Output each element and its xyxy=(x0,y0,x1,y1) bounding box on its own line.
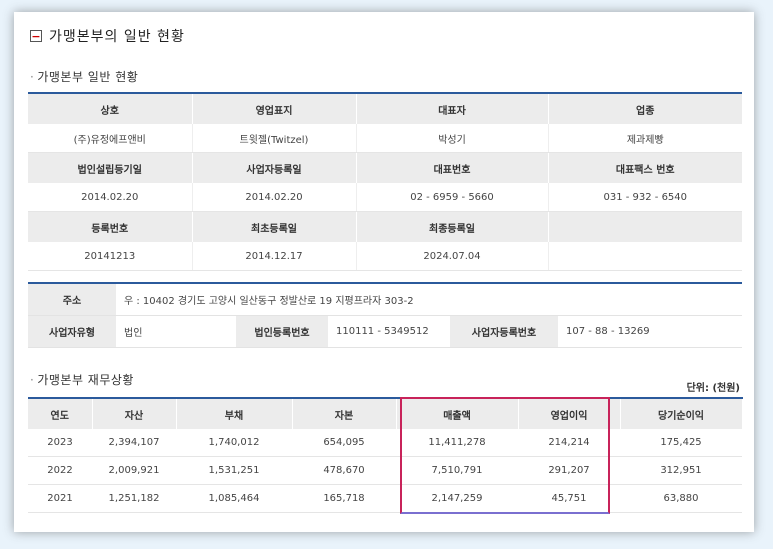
value-cell: 제과제빵 xyxy=(548,124,742,153)
value-cell: 02 - 6959 - 5660 xyxy=(356,183,549,212)
header-cell xyxy=(548,211,742,242)
table-row: 20141213 2014.12.17 2024.07.04 xyxy=(28,242,742,271)
value-cell: 1,085,464 xyxy=(176,484,292,513)
table-row: 연도 자산 부채 자본 매출액 영업이익 당기순이익 xyxy=(28,398,743,429)
table-row: (주)유정에프앤비 트윗젤(Twitzel) 박성기 제과제빵 xyxy=(28,124,742,153)
header-cell: 매출액 xyxy=(396,398,519,429)
table-row: 등록번호 최초등록일 최종등록일 xyxy=(28,211,742,242)
header-cell: 업종 xyxy=(548,93,742,124)
bullet-icon: · xyxy=(30,373,35,387)
value-cell: 트윗젤(Twitzel) xyxy=(192,124,357,153)
header-cell: 대표자 xyxy=(356,93,549,124)
value-cell: 2,009,921 xyxy=(92,456,176,485)
value-cell: 박성기 xyxy=(356,124,549,153)
corp-no-value: 110111 - 5349512 xyxy=(328,315,450,348)
value-cell: 478,670 xyxy=(292,456,396,485)
header-cell: 영업표지 xyxy=(192,93,357,124)
value-cell xyxy=(548,242,742,271)
section-general-title: · 가맹본부 일반 현황 xyxy=(30,70,139,84)
value-cell: 45,751 xyxy=(518,484,620,513)
table-row: 2021 1,251,182 1,085,464 165,718 2,147,2… xyxy=(28,484,742,513)
value-cell: 11,411,278 xyxy=(396,429,518,457)
table-row: 2022 2,009,921 1,531,251 478,670 7,510,7… xyxy=(28,456,742,485)
value-cell: 165,718 xyxy=(292,484,396,513)
value-cell: 2023 xyxy=(28,429,92,457)
value-cell: 63,880 xyxy=(620,484,742,513)
header-cell: 부채 xyxy=(176,398,293,429)
value-cell: 214,214 xyxy=(518,429,620,457)
value-cell: 2014.02.20 xyxy=(192,183,357,212)
value-cell: 312,951 xyxy=(620,456,742,485)
value-cell: 291,207 xyxy=(518,456,620,485)
header-cell: 법인설립등기일 xyxy=(28,152,193,183)
table-row: 2014.02.20 2014.02.20 02 - 6959 - 5660 0… xyxy=(28,183,742,212)
corp-no-label: 법인등록번호 xyxy=(236,315,328,348)
page-title: − 가맹본부의 일반 현황 xyxy=(30,26,185,46)
value-cell: 2,147,259 xyxy=(396,484,518,513)
header-cell: 최종등록일 xyxy=(356,211,549,242)
value-cell: 2,394,107 xyxy=(92,429,176,457)
page-title-text: 가맹본부의 일반 현황 xyxy=(49,29,185,45)
value-cell: 7,510,791 xyxy=(396,456,518,485)
value-cell: 2014.02.20 xyxy=(28,183,193,212)
table-row: 2023 2,394,107 1,740,012 654,095 11,411,… xyxy=(28,429,742,457)
biz-no-value: 107 - 88 - 13269 xyxy=(558,315,742,348)
address-table: 주소 우 : 10402 경기도 고양시 일산동구 정발산로 19 지평프라자 … xyxy=(28,282,742,348)
content-card: − 가맹본부의 일반 현황 · 가맹본부 일반 현황 상호 영업표지 대표자 업종… xyxy=(14,12,754,532)
value-cell: 2014.12.17 xyxy=(192,242,357,271)
header-cell: 연도 xyxy=(28,398,93,429)
value-cell: 2024.07.04 xyxy=(356,242,549,271)
value-cell: 2021 xyxy=(28,484,92,513)
value-cell: 654,095 xyxy=(292,429,396,457)
header-cell: 당기순이익 xyxy=(620,398,743,429)
value-cell: 175,425 xyxy=(620,429,742,457)
value-cell: 031 - 932 - 6540 xyxy=(548,183,742,212)
value-cell: 20141213 xyxy=(28,242,193,271)
value-cell: 2022 xyxy=(28,456,92,485)
finance-table: 연도 자산 부채 자본 매출액 영업이익 당기순이익 2023 2,394,10… xyxy=(28,397,743,513)
header-cell: 자산 xyxy=(92,398,177,429)
biz-type-label: 사업자유형 xyxy=(28,315,116,348)
biz-type-value: 법인 xyxy=(116,315,236,348)
general-info-table: 상호 영업표지 대표자 업종 (주)유정에프앤비 트윗젤(Twitzel) 박성… xyxy=(28,92,742,271)
header-cell: 자본 xyxy=(292,398,397,429)
header-cell: 대표팩스 번호 xyxy=(548,152,742,183)
header-cell: 영업이익 xyxy=(518,398,621,429)
table-row: 법인설립등기일 사업자등록일 대표번호 대표팩스 번호 xyxy=(28,152,742,183)
header-cell: 대표번호 xyxy=(356,152,549,183)
header-cell: 상호 xyxy=(28,93,193,124)
header-cell: 사업자등록일 xyxy=(192,152,357,183)
unit-label: 단위: (천원) xyxy=(686,383,740,394)
collapse-icon[interactable]: − xyxy=(30,30,42,42)
bullet-icon: · xyxy=(30,70,35,84)
table-row: 상호 영업표지 대표자 업종 xyxy=(28,93,742,124)
table-row: 사업자유형 법인 법인등록번호 110111 - 5349512 사업자등록번호… xyxy=(28,315,742,348)
value-cell: 1,740,012 xyxy=(176,429,292,457)
value-cell: (주)유정에프앤비 xyxy=(28,124,193,153)
biz-no-label: 사업자등록번호 xyxy=(450,315,558,348)
address-label: 주소 xyxy=(28,283,116,316)
address-value: 우 : 10402 경기도 고양시 일산동구 정발산로 19 지평프라자 303… xyxy=(116,283,742,316)
table-row: 주소 우 : 10402 경기도 고양시 일산동구 정발산로 19 지평프라자 … xyxy=(28,283,742,316)
value-cell: 1,531,251 xyxy=(176,456,292,485)
section-finance-title: · 가맹본부 재무상황 xyxy=(30,373,134,387)
header-cell: 등록번호 xyxy=(28,211,193,242)
header-cell: 최초등록일 xyxy=(192,211,357,242)
value-cell: 1,251,182 xyxy=(92,484,176,513)
